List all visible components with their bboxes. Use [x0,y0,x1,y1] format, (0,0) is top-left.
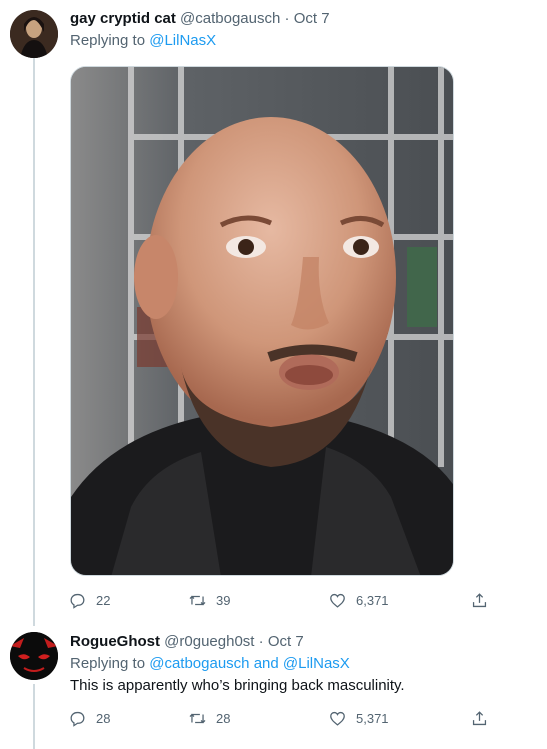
like-count: 5,371 [356,710,389,726]
tweet-date[interactable]: Oct 7 [294,10,330,27]
tweet-header: RogueGhost @r0guegh0st · Oct 7 [70,632,527,652]
tweet[interactable]: RogueGhost @r0guegh0st · Oct 7 Replying … [0,626,547,749]
mention-link[interactable]: @catbogausch [149,655,249,672]
display-name[interactable]: gay cryptid cat [70,10,176,27]
mention-link[interactable]: @LilNasX [283,655,350,672]
replying-prefix: Replying to [70,655,146,672]
display-name[interactable]: RogueGhost [70,633,160,650]
replying-prefix: Replying to [70,32,146,49]
tweet-actions: 28 28 5,371 [68,706,498,730]
tweet-content: gay cryptid cat @catbogausch · Oct 7 Rep… [70,9,527,51]
tweet-content: RogueGhost @r0guegh0st · Oct 7 Replying … [70,632,527,696]
user-handle[interactable]: @catbogausch [180,10,280,27]
avatar[interactable] [10,632,58,680]
reply-icon [70,593,85,609]
tweet-actions: 22 39 6,371 [68,588,498,612]
user-handle[interactable]: @r0guegh0st [164,633,254,650]
reply-count: 22 [96,592,111,608]
share-icon [472,710,487,725]
tweet-text: This is apparently who’s bringing back m… [70,677,405,694]
replying-to: Replying to @catbogausch and @LilNasX [70,654,527,674]
mention-link[interactable]: @LilNasX [149,32,216,49]
replying-joiner: and [253,655,279,672]
share-icon [472,592,487,607]
avatar[interactable] [10,10,58,58]
like-icon [330,711,345,726]
like-icon [330,593,345,608]
retweet-icon [189,713,206,723]
like-button[interactable]: 5,371 [328,706,389,730]
share-button[interactable] [470,706,489,730]
tweet-header: gay cryptid cat @catbogausch · Oct 7 [70,9,527,29]
retweet-icon [189,595,206,605]
retweet-button[interactable]: 28 [188,706,230,730]
reply-icon [70,711,85,727]
reply-count: 28 [96,710,111,726]
tweet-photo[interactable] [70,66,454,576]
retweet-button[interactable]: 39 [188,588,230,612]
share-button[interactable] [470,588,489,612]
tweet-date[interactable]: Oct 7 [268,633,304,650]
tweet[interactable]: gay cryptid cat @catbogausch · Oct 7 Rep… [0,0,547,626]
retweet-count: 39 [216,592,231,608]
separator-dot: · [258,633,264,650]
like-button[interactable]: 6,371 [328,588,389,612]
like-count: 6,371 [356,592,389,608]
reply-button[interactable]: 28 [68,706,110,730]
reply-button[interactable]: 22 [68,588,110,612]
retweet-count: 28 [216,710,231,726]
separator-dot: · [284,10,290,27]
replying-to: Replying to @LilNasX [70,31,527,51]
